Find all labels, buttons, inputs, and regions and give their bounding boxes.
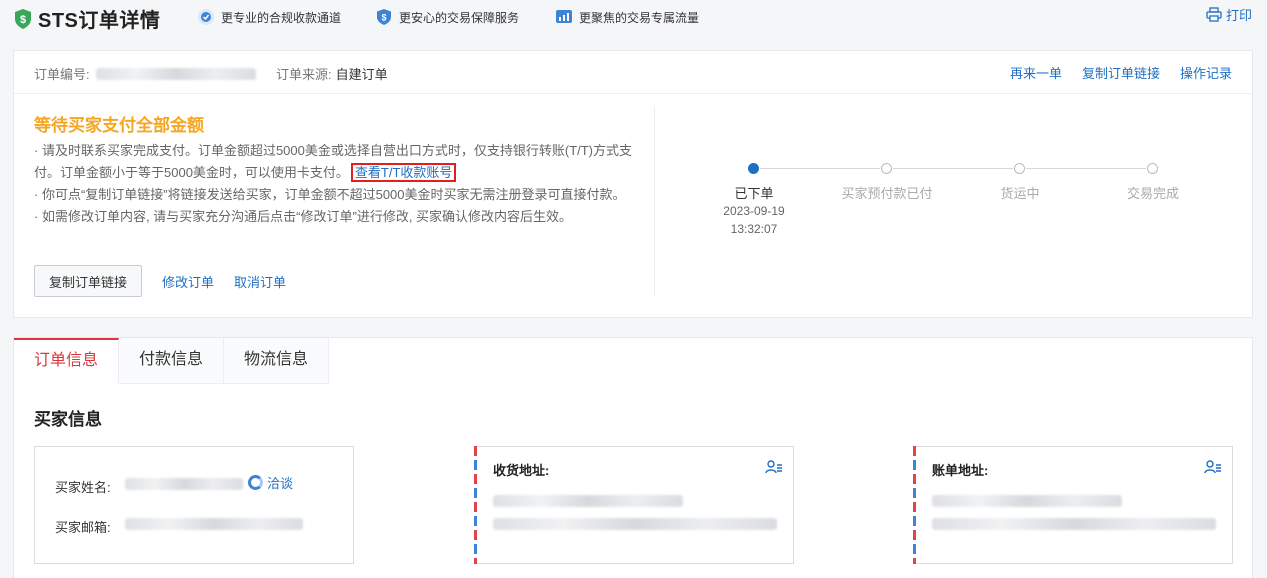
note-payment-text: · 请及时联系买家完成支付。订单金额超过5000美金或选择自营出口方式时，仅支持…	[34, 143, 633, 180]
promo-text: 更聚焦的交易专属流量	[579, 10, 700, 25]
order-actions: 再来一单 复制订单链接 操作记录	[1010, 63, 1232, 82]
cancel-order-link[interactable]: 取消订单	[234, 272, 286, 291]
note-copy-link: · 你可点“复制订单链接”将链接发送给买家，订单金额不超过5000美金时买家无需…	[34, 187, 626, 202]
order-source-label: 订单来源:	[276, 67, 332, 82]
printer-icon	[1206, 7, 1222, 22]
step-label-complete: 交易完成	[1126, 186, 1179, 201]
order-id-redacted	[95, 67, 256, 80]
buyer-email-redacted	[125, 518, 303, 530]
order-meta-bar: 订单编号: 订单来源: 自建订单 再来一单 复制订单链接 操作记录	[14, 51, 1252, 94]
copy-order-link-link[interactable]: 复制订单链接	[1082, 63, 1160, 82]
contact-list-icon[interactable]	[1204, 459, 1222, 475]
step-label-shipping: 货运中	[1000, 186, 1040, 201]
svg-text:$: $	[20, 14, 26, 26]
order-source: 订单来源: 自建订单	[276, 64, 388, 83]
modify-order-link[interactable]: 修改订单	[162, 272, 214, 291]
promo-compliance: 更专业的合规收款通道	[197, 8, 341, 26]
buyer-name-redacted	[125, 478, 243, 490]
tab-order-info[interactable]: 订单信息	[14, 338, 120, 384]
operation-log-link[interactable]: 操作记录	[1180, 63, 1232, 82]
buyer-section-title: 买家信息	[34, 410, 102, 429]
step-label-ordered: 已下单	[734, 186, 774, 201]
chat-label: 洽谈	[267, 476, 294, 491]
order-action-row: 复制订单链接 修改订单 取消订单	[34, 265, 286, 297]
step-dot-prepaid	[881, 163, 892, 174]
reorder-link[interactable]: 再来一单	[1010, 63, 1062, 82]
print-label: 打印	[1225, 8, 1252, 23]
promo-text: 更专业的合规收款通道	[221, 10, 342, 25]
billing-address-title: 账单地址:	[932, 463, 989, 478]
status-panel: 等待买家支付全部金额 · 请及时联系买家完成支付。订单金额超过5000美金或选择…	[34, 111, 634, 228]
shipping-address-title: 收货地址:	[493, 463, 550, 478]
buyer-email-label: 买家邮箱:	[55, 520, 111, 535]
buyer-name-label: 买家姓名:	[55, 480, 111, 495]
tab-logistics-info[interactable]: 物流信息	[224, 338, 330, 384]
promo-protection: $ 更安心的交易保障服务	[375, 8, 519, 26]
buyer-info-box: 买家姓名: 洽谈 买家邮箱:	[34, 446, 354, 564]
top-header: $ STS订单详情 更专业的合规收款通道 $ 更安心的交易保障服务 更聚焦的交易…	[0, 0, 1267, 36]
shipping-address-line-redacted	[493, 518, 777, 530]
step-dot-shipping	[1014, 163, 1025, 174]
step-connector	[893, 168, 1013, 169]
order-source-value: 自建订单	[335, 67, 388, 82]
billing-address-line-redacted	[932, 495, 1122, 507]
step-connector	[1026, 168, 1146, 169]
step-dot-ordered	[748, 163, 759, 174]
chat-icon	[248, 475, 263, 490]
order-progress: 已下单 买家预付款已付 货运中 交易完成 2023-09-19 13:32:07	[714, 161, 1194, 241]
status-title: 等待买家支付全部金额	[34, 116, 204, 135]
shield-dollar-logo-icon: $	[15, 8, 31, 29]
step-dot-complete	[1147, 163, 1158, 174]
step-date: 2023-09-19	[723, 204, 785, 218]
compliance-badge-icon	[198, 9, 214, 25]
order-id-label: 订单编号:	[34, 67, 90, 82]
order-id: 订单编号:	[34, 64, 256, 83]
print-button[interactable]: 打印	[1206, 5, 1252, 24]
view-tt-account-link[interactable]: 查看T/T收款账号	[350, 163, 457, 182]
promo-traffic: 更聚焦的交易专属流量	[555, 8, 699, 26]
tab-payment-info[interactable]: 付款信息	[119, 338, 225, 384]
contact-list-icon[interactable]	[765, 459, 783, 475]
page-title: STS订单详情	[38, 10, 161, 32]
shipping-address-line-redacted	[493, 495, 683, 507]
copy-order-link-button[interactable]: 复制订单链接	[34, 265, 143, 297]
billing-address-line-redacted	[932, 518, 1216, 530]
billing-address-box: 账单地址:	[913, 446, 1233, 564]
note-modify: · 如需修改订单内容, 请与买家充分沟通后点击“修改订单”进行修改, 买家确认修…	[34, 209, 573, 224]
order-card: 订单编号: 订单来源: 自建订单 再来一单 复制订单链接 操作记录 等待买家支付…	[13, 50, 1253, 318]
info-card: 订单信息 付款信息 物流信息 买家信息 买家姓名: 洽谈 买家邮箱: 收货地址:…	[13, 337, 1253, 578]
shield-dollar-icon: $	[377, 9, 391, 25]
step-time: 13:32:07	[730, 222, 778, 236]
info-tabs: 订单信息 付款信息 物流信息	[14, 338, 330, 384]
title-wrap: $ STS订单详情	[14, 4, 160, 33]
promo-text: 更安心的交易保障服务	[399, 10, 520, 25]
svg-text:$: $	[381, 13, 386, 23]
divider	[654, 107, 655, 297]
step-label-prepaid: 买家预付款已付	[841, 186, 933, 201]
traffic-chart-icon	[556, 10, 572, 23]
shipping-address-box: 收货地址:	[474, 446, 794, 564]
step-connector	[760, 168, 880, 169]
chat-button[interactable]: 洽谈	[248, 473, 293, 492]
note-payment: · 请及时联系买家完成支付。订单金额超过5000美金或选择自营出口方式时，仅支持…	[34, 140, 634, 184]
